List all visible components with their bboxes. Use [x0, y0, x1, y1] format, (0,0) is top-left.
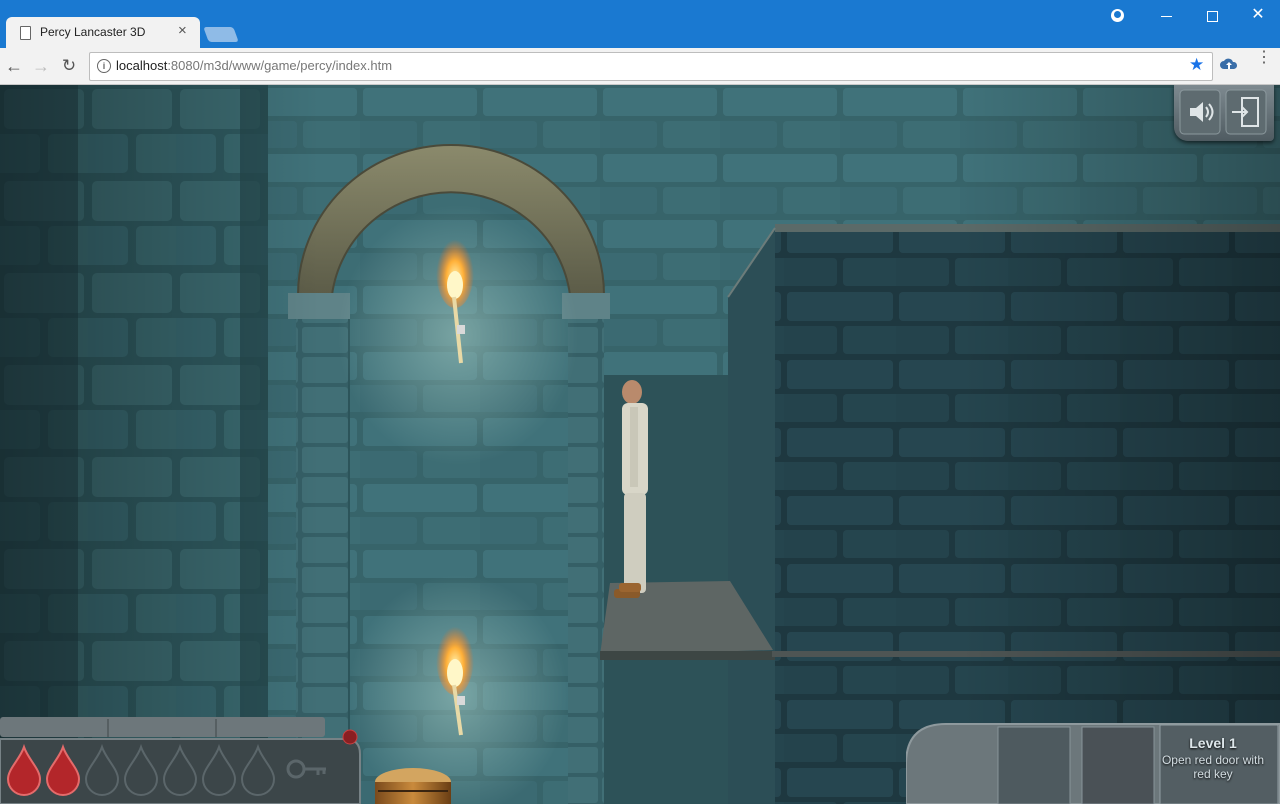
forward-button[interactable]: → [29, 54, 53, 78]
new-tab-button[interactable] [203, 27, 239, 42]
maximize-icon [1206, 10, 1218, 22]
browser-titlebar: Percy Lancaster 3D × ✕ [0, 0, 1280, 48]
tab-title: Percy Lancaster 3D [40, 25, 146, 39]
dungeon-scene [0, 85, 1280, 804]
bookmark-star-icon[interactable]: ★ [1189, 55, 1204, 75]
back-button[interactable]: ← [2, 54, 26, 78]
sound-toggle-button[interactable] [1178, 88, 1222, 136]
url-path: :8080/m3d/www/game/percy/index.htm [167, 58, 393, 73]
game-canvas[interactable]: Level 1 Open red door with red key [0, 85, 1280, 804]
minimize-button[interactable] [1143, 0, 1189, 30]
inventory-bar [0, 717, 370, 804]
exit-door-button[interactable] [1224, 88, 1268, 136]
level-panel: Level 1 Open red door with red key [905, 719, 1280, 804]
maximize-button[interactable] [1189, 0, 1235, 30]
controls-panel [1174, 85, 1274, 141]
browser-tab[interactable]: Percy Lancaster 3D × [6, 17, 200, 48]
page-icon [20, 26, 31, 40]
browser-menu-button[interactable]: ⋮ [1256, 50, 1272, 66]
level-objective: Open red door with red key [1161, 753, 1265, 781]
browser-toolbar: ← → ↻ i localhost:8080/m3d/www/game/perc… [0, 48, 1280, 85]
url-text: localhost:8080/m3d/www/game/percy/index.… [116, 58, 392, 73]
url-host: localhost [116, 58, 168, 73]
profile-button[interactable] [1094, 0, 1140, 30]
info-icon[interactable]: i [97, 59, 111, 73]
tab-close-button[interactable]: × [178, 22, 187, 39]
address-bar[interactable]: i localhost:8080/m3d/www/game/percy/inde… [89, 52, 1213, 81]
level-title: Level 1 [1189, 735, 1237, 751]
profile-icon [1110, 9, 1124, 22]
extension-cloud-icon[interactable] [1220, 56, 1238, 74]
reload-button[interactable]: ↻ [57, 54, 81, 78]
minimize-icon [1160, 15, 1172, 17]
inventory-frame [0, 717, 361, 804]
close-window-button[interactable]: ✕ [1235, 0, 1280, 30]
